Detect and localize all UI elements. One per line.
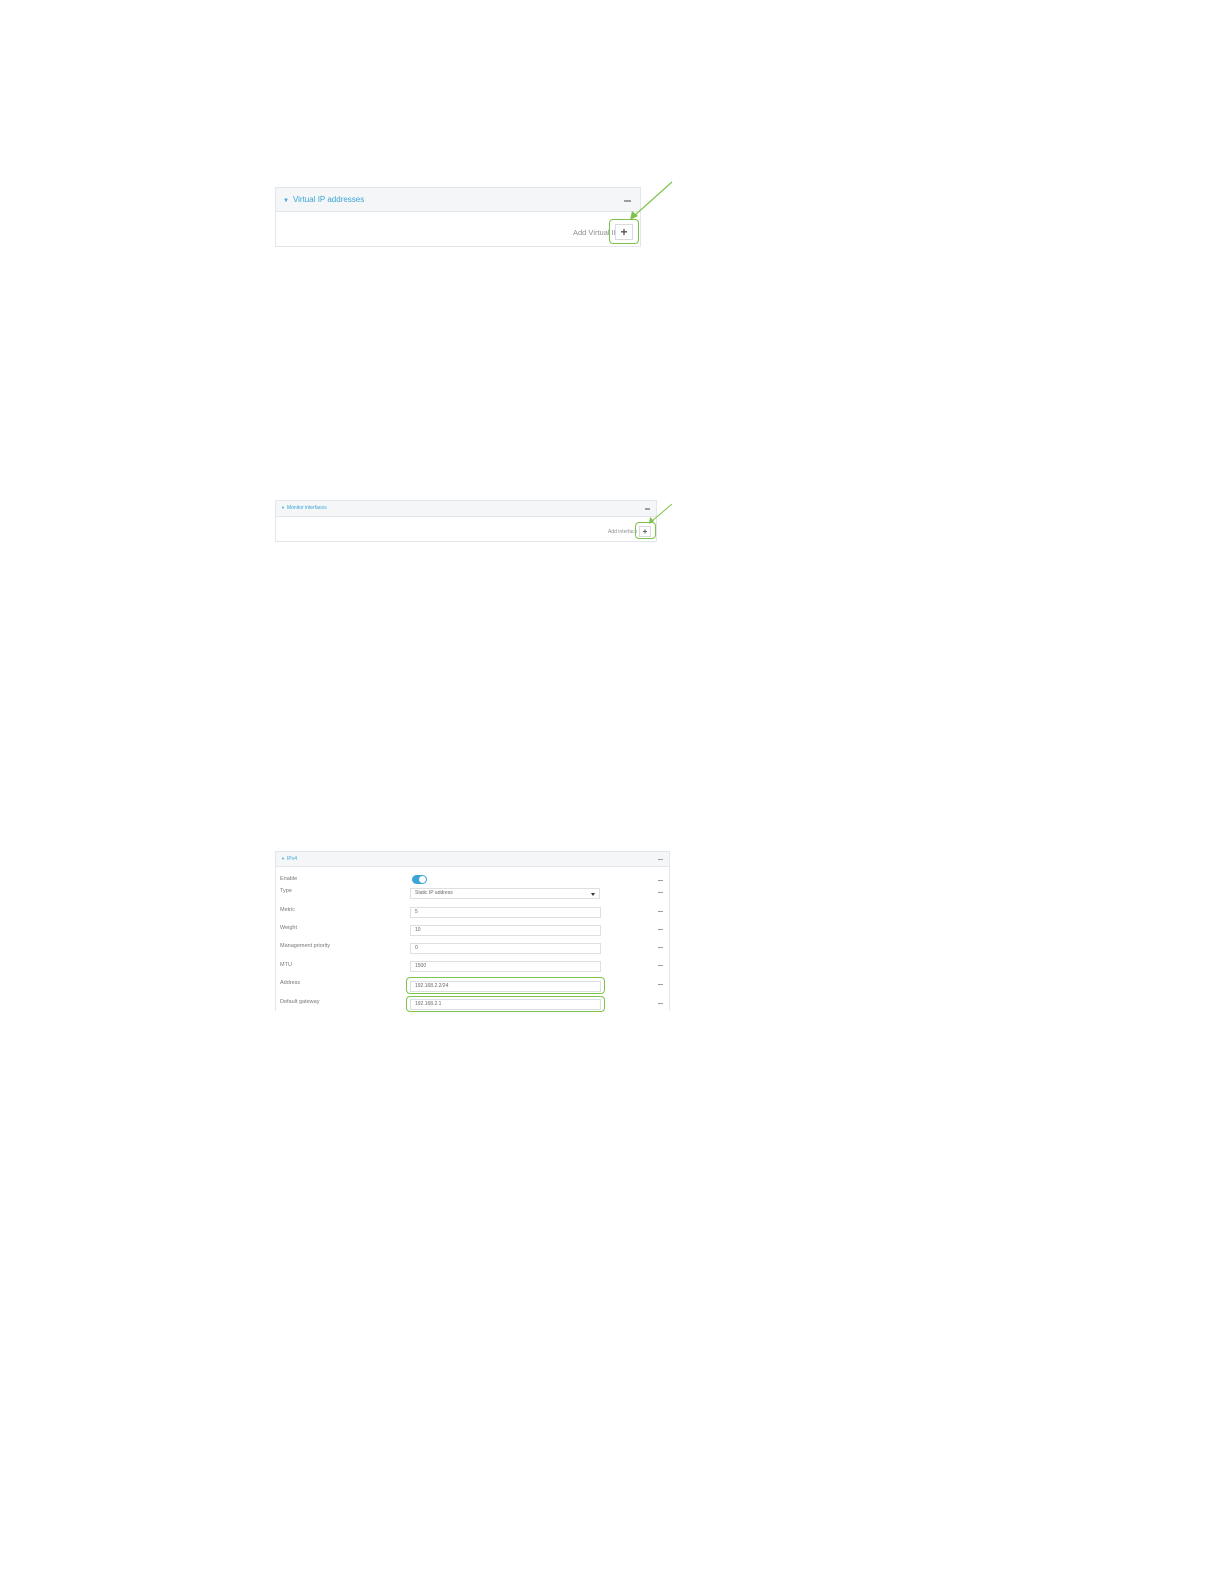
management-priority-remove-icon[interactable] (658, 947, 663, 948)
management-priority-input[interactable]: 0 (410, 943, 601, 954)
default-gateway-remove-icon[interactable] (658, 1003, 663, 1004)
weight-remove-icon[interactable] (658, 929, 663, 930)
metric-input[interactable]: 5 (410, 907, 601, 918)
mtu-remove-icon[interactable] (658, 965, 663, 966)
type-select[interactable]: Static IP address (410, 888, 600, 899)
collapse-icon[interactable] (658, 859, 663, 860)
management-priority-label: Management priority (280, 943, 331, 949)
address-label: Address (280, 980, 301, 986)
address-highlight (406, 977, 605, 994)
chevron-down-icon (591, 892, 595, 896)
weight-input[interactable]: 10 (410, 925, 601, 936)
default-gateway-highlight (406, 996, 605, 1012)
ipv4-panel-header[interactable]: ▼ IPv4 (276, 852, 669, 867)
type-remove-icon[interactable] (658, 892, 663, 893)
pointer-arrow (649, 503, 673, 524)
enable-remove-icon[interactable] (658, 880, 663, 881)
mtu-input[interactable]: 1500 (410, 961, 601, 972)
address-remove-icon[interactable] (658, 984, 663, 985)
default-gateway-label: Default gateway (280, 999, 320, 1005)
enable-toggle[interactable] (412, 875, 427, 884)
caret-down-icon: ▼ (281, 856, 285, 861)
metric-remove-icon[interactable] (658, 911, 663, 912)
mtu-label: MTU (280, 962, 292, 968)
type-label: Type (280, 888, 292, 894)
metric-label: Metric (280, 907, 295, 913)
enable-label: Enable (280, 876, 298, 882)
weight-label: Weight (280, 925, 298, 931)
ipv4-panel-title[interactable]: ▼ IPv4 (281, 856, 297, 862)
